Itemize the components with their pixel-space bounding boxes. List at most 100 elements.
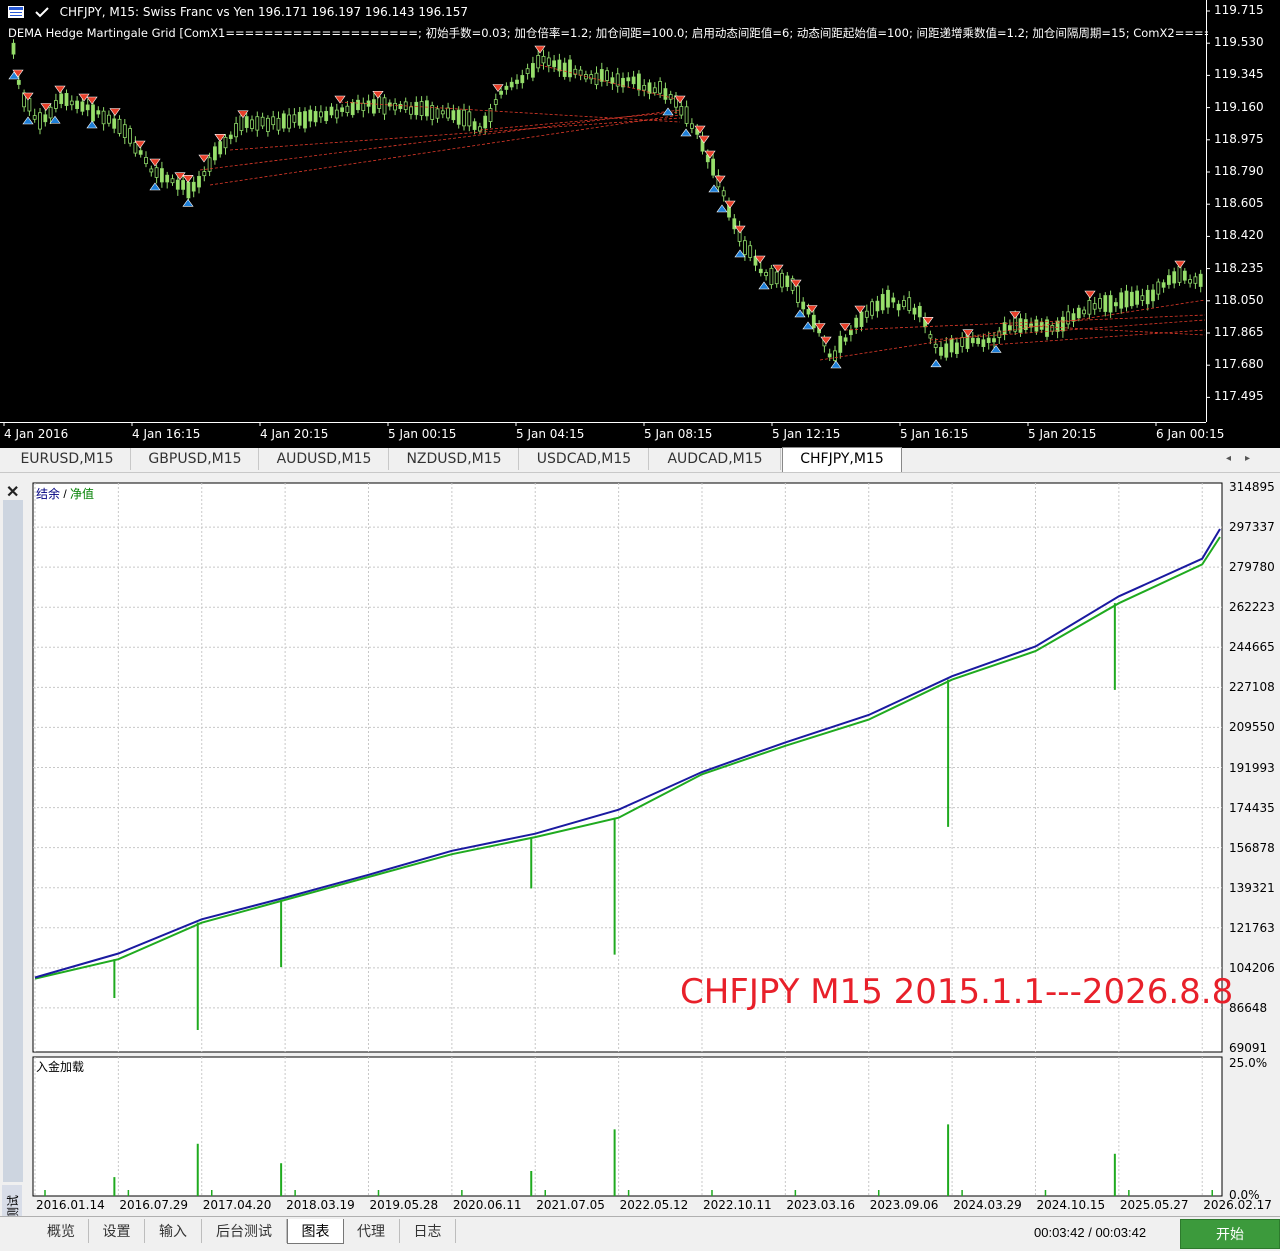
candle-body <box>409 106 413 115</box>
tab-overview[interactable]: 概览 <box>34 1219 89 1243</box>
sell-arrow-icon <box>814 323 826 332</box>
candle-body <box>785 275 790 288</box>
sell-arrow-icon <box>698 135 710 144</box>
tab-agents[interactable]: 代理 <box>343 1219 400 1243</box>
candle-body <box>393 102 398 111</box>
price-tick-label: 117.865 <box>1214 325 1264 339</box>
symbol-tab-eurusd-m15[interactable]: EURUSD,M15 <box>4 448 131 470</box>
price-tick-label: 119.715 <box>1214 3 1264 17</box>
candle-body <box>992 338 996 343</box>
candle-body <box>472 121 477 130</box>
candle-body <box>637 73 641 91</box>
close-icon[interactable]: ✕ <box>6 482 19 502</box>
candle-body <box>520 75 525 84</box>
candle-body <box>1082 309 1086 315</box>
y-tick-label: 86648 <box>1229 1000 1268 1015</box>
candle-body <box>318 111 323 118</box>
price-chart-window[interactable]: CHFJPY, M15: Swiss Franc vs Yen 196.171 … <box>0 0 1280 448</box>
candle-body <box>271 116 276 126</box>
candle-body <box>557 59 562 72</box>
grid-order-line <box>1009 324 1206 336</box>
symbol-tab-audusd-m15[interactable]: AUDUSD,M15 <box>260 448 389 470</box>
buy-arrow-icon <box>802 321 814 330</box>
symbol-tab-chfjpy-m15[interactable]: CHFJPY,M15 <box>782 447 902 472</box>
tab-graph[interactable]: 图表 <box>287 1219 344 1244</box>
symbol-tab-nzdusd-m15[interactable]: NZDUSD,M15 <box>390 448 519 470</box>
candle-body <box>149 168 154 173</box>
candle-body <box>605 70 609 81</box>
tab-backtest[interactable]: 后台测试 <box>202 1219 287 1243</box>
load-tick-label: 25.0% <box>1229 1056 1268 1070</box>
symbol-tab-gbpusd-m15[interactable]: GBPUSD,M15 <box>132 448 259 470</box>
tab-journal[interactable]: 日志 <box>400 1219 456 1243</box>
expert-smiley-icon[interactable] <box>33 6 50 18</box>
candle-body <box>891 297 896 303</box>
start-button[interactable]: 开始 <box>1180 1219 1280 1249</box>
chart-title: CHFJPY, M15: Swiss Franc vs Yen 196.171 … <box>8 5 468 19</box>
candle-body <box>1198 273 1203 287</box>
candle-body <box>340 107 345 112</box>
candle-body <box>244 116 249 128</box>
candle-body <box>1151 289 1155 302</box>
symbol-tab-audcad-m15[interactable]: AUDCAD,M15 <box>650 448 781 470</box>
candle-body <box>907 297 912 311</box>
candle-body <box>462 109 466 127</box>
candle-body <box>255 116 260 131</box>
tab-inputs[interactable]: 输入 <box>145 1219 202 1243</box>
candle-body <box>859 311 864 327</box>
candle-body <box>658 81 662 94</box>
candle-body <box>531 63 535 78</box>
y-tick-label: 139321 <box>1229 880 1275 895</box>
candle-body <box>54 100 58 109</box>
candle-body <box>1114 302 1118 307</box>
candle-body <box>743 240 747 256</box>
candle-body <box>493 99 498 105</box>
candle-body <box>721 190 726 197</box>
candle-body <box>1098 298 1102 309</box>
candle-body <box>949 338 954 353</box>
candle-body <box>1172 271 1177 284</box>
candle-body <box>424 100 429 117</box>
candle-body <box>1008 325 1012 331</box>
tab-settings[interactable]: 设置 <box>89 1219 145 1243</box>
y-tick-label: 227108 <box>1229 680 1275 695</box>
candle-body <box>308 109 313 122</box>
candle-body <box>541 55 546 64</box>
candle-body <box>80 101 85 112</box>
candle-body <box>451 110 456 121</box>
candle-body <box>1029 323 1033 328</box>
candle-body <box>297 111 302 126</box>
price-tick-label: 117.680 <box>1214 357 1264 372</box>
price-tick-label: 118.975 <box>1214 131 1264 146</box>
date-tick-label: 2021.07.05 <box>536 1198 605 1212</box>
candle-body <box>435 108 440 119</box>
symbol-tab-usdcad-m15[interactable]: USDCAD,M15 <box>520 448 649 470</box>
candle-body <box>679 106 684 116</box>
price-chart-canvas[interactable] <box>0 0 1280 448</box>
legend-equity: 净值 <box>70 487 95 501</box>
sell-arrow-icon <box>214 134 226 142</box>
candle-body <box>960 337 965 347</box>
candle-body <box>207 157 212 172</box>
time-tick-label: 5 Jan 12:15 <box>772 427 841 441</box>
price-tick-label: 118.050 <box>1214 292 1264 307</box>
tab-scroll-arrows[interactable]: ◂▸ <box>1226 448 1264 470</box>
candle-body <box>902 300 906 307</box>
sell-arrow-icon <box>839 323 851 332</box>
y-tick-label: 69091 <box>1229 1041 1268 1055</box>
candle-body <box>361 102 366 111</box>
candle-body <box>732 218 737 230</box>
price-axis-line <box>1206 0 1207 422</box>
candle-body <box>1177 266 1182 283</box>
candle-body <box>1140 295 1145 301</box>
candle-body <box>128 128 133 144</box>
candles <box>11 39 1203 365</box>
date-tick-label: 2023.09.06 <box>869 1198 939 1212</box>
candle-body <box>1050 325 1055 332</box>
date-tick-label: 2017.04.20 <box>202 1198 272 1212</box>
window-menu-icon[interactable] <box>8 6 24 18</box>
deposit-load-label: 入金加载 <box>36 1060 85 1074</box>
candle-body <box>801 301 806 310</box>
candle-body <box>986 337 991 344</box>
date-tick-label: 2025.05.27 <box>1119 1198 1189 1212</box>
